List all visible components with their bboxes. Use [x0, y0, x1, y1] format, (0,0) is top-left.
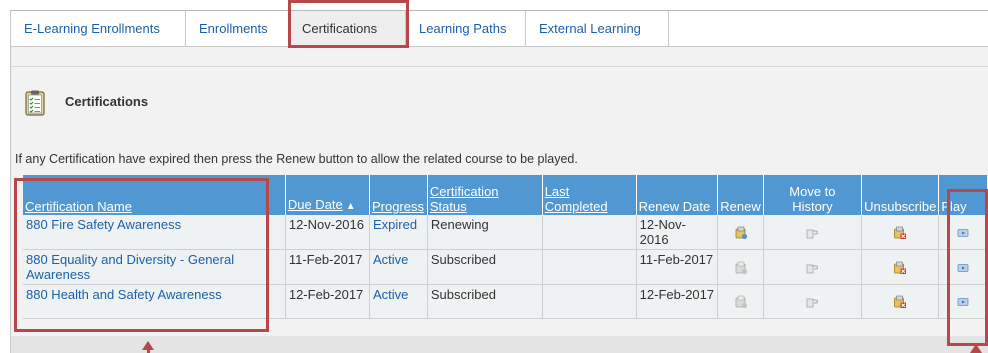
arrow-head-left — [142, 341, 154, 350]
history-icon — [805, 259, 819, 274]
move-to-history-button[interactable] — [763, 215, 863, 250]
panel-bottom-bar — [11, 336, 988, 353]
unsubscribe-icon — [893, 294, 907, 309]
progress-link[interactable]: Active — [369, 284, 428, 319]
tab-learning-paths[interactable]: Learning Paths — [406, 11, 526, 46]
sort-progress-link[interactable]: Progress — [372, 199, 424, 214]
certification-status-cell: Subscribed — [427, 284, 543, 319]
move-header-line2: History — [792, 199, 833, 214]
history-icon — [805, 294, 819, 309]
col-move-to-history: Move to History — [763, 175, 863, 215]
tab-enrollments[interactable]: Enrollments — [186, 11, 289, 46]
renew-button[interactable] — [717, 215, 764, 250]
last-completed-cell — [542, 249, 637, 285]
col-due-date[interactable]: Due Date ▲ — [285, 175, 370, 215]
renew-icon — [734, 259, 748, 274]
unsubscribe-icon — [893, 259, 907, 274]
unsubscribe-button[interactable] — [861, 284, 940, 319]
panel-divider — [11, 66, 988, 67]
status-header-line2: Status — [429, 199, 467, 214]
section-title: Certifications — [65, 94, 149, 109]
renew-button[interactable] — [717, 284, 764, 319]
tab-external-learning[interactable]: External Learning — [526, 11, 669, 46]
last-header-line2: Completed — [544, 199, 608, 214]
unsubscribe-icon — [893, 224, 907, 239]
move-to-history-button[interactable] — [763, 249, 863, 285]
sort-renew-date-link[interactable]: Renew Date — [639, 199, 711, 214]
sort-due-date-link[interactable]: Due Date — [288, 197, 343, 212]
arrow-head-right — [970, 344, 982, 353]
col-renew-date[interactable]: Renew Date — [636, 175, 719, 215]
certification-status-cell: Subscribed — [427, 249, 543, 285]
highlight-certification-name-column — [14, 178, 269, 332]
renew-icon — [734, 224, 748, 239]
due-date-cell: 12-Nov-2016 — [285, 215, 370, 250]
tab-bar: E-Learning Enrollments Enrollments Certi… — [10, 11, 988, 47]
last-header-line1: Last — [544, 184, 570, 199]
move-to-history-button[interactable] — [763, 284, 863, 319]
renew-info-text: If any Certification have expired then p… — [15, 152, 578, 166]
renew-button[interactable] — [717, 249, 764, 285]
renew-date-cell: 11-Feb-2017 — [636, 249, 719, 285]
tab-e-learning-enrollments[interactable]: E-Learning Enrollments — [11, 11, 186, 46]
due-date-cell: 11-Feb-2017 — [285, 249, 370, 285]
clipboard-checklist-icon — [25, 90, 45, 116]
col-certification-status[interactable]: Certification Status — [427, 175, 543, 215]
last-completed-cell — [542, 215, 637, 250]
unsubscribe-button[interactable] — [861, 215, 940, 250]
sort-last-completed-link[interactable]: Last Completed — [545, 184, 608, 214]
highlight-certifications-tab — [288, 0, 409, 48]
sort-status-link[interactable]: Certification Status — [430, 184, 499, 214]
renew-icon — [734, 294, 748, 309]
progress-link[interactable]: Expired — [369, 215, 428, 250]
renew-date-cell: 12-Feb-2017 — [636, 284, 719, 319]
highlight-play-column — [947, 189, 988, 346]
sort-ascending-icon: ▲ — [345, 201, 356, 212]
certification-status-cell: Renewing — [427, 215, 543, 250]
due-date-cell: 12-Feb-2017 — [285, 284, 370, 319]
renew-date-cell: 12-Nov-2016 — [636, 215, 719, 250]
move-header-line1: Move to — [789, 184, 836, 199]
history-icon — [805, 224, 819, 239]
col-progress[interactable]: Progress — [369, 175, 428, 215]
col-last-completed[interactable]: Last Completed — [542, 175, 637, 215]
col-unsubscribe: Unsubscribe — [861, 175, 940, 215]
col-renew: Renew — [717, 175, 764, 215]
last-completed-cell — [542, 284, 637, 319]
status-header-line1: Certification — [429, 184, 499, 199]
progress-link[interactable]: Active — [369, 249, 428, 285]
unsubscribe-button[interactable] — [861, 249, 940, 285]
